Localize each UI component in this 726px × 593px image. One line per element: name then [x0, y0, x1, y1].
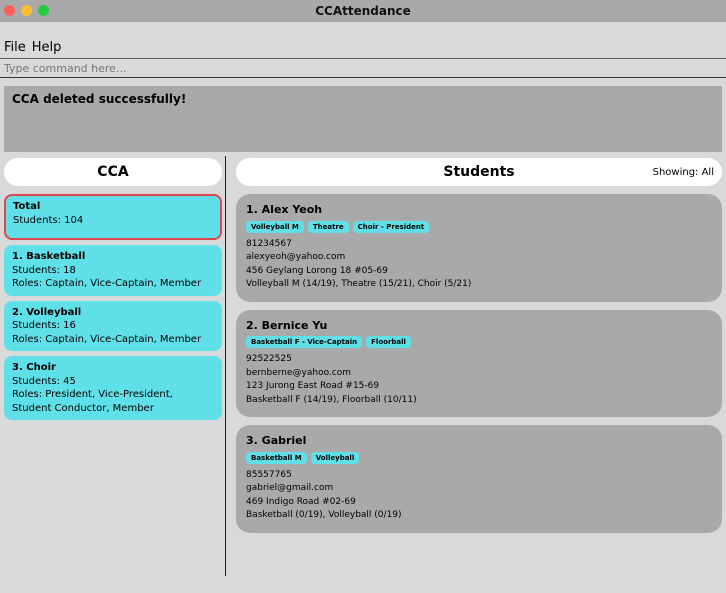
cca-card-choir[interactable]: 3. Choir Students: 45 Roles: President, … — [4, 356, 222, 420]
title-bar: CCAttendance — [0, 0, 726, 22]
student-tag: Basketball F - Vice-Captain — [246, 336, 363, 348]
cca-students: Students: 18 — [12, 264, 76, 276]
result-display: CCA deleted successfully! — [4, 86, 722, 152]
student-email: bernberne@yahoo.com — [246, 367, 352, 378]
maximize-window-button[interactable] — [38, 5, 49, 16]
cca-panel: CCA Total Students: 104 1. Basketball St… — [4, 158, 222, 578]
cca-roles: Roles: President, Vice-President, Studen… — [12, 389, 173, 414]
student-phone: 81234567 — [246, 238, 292, 249]
student-tag: Basketball M — [246, 451, 307, 464]
cca-panel-title: CCA — [97, 164, 129, 180]
student-phone: 92522525 — [246, 354, 292, 364]
student-tags: Volleyball M Theatre Choir - President — [246, 220, 712, 233]
student-tags: Basketball M Volleyball — [246, 451, 712, 464]
cca-students: Students: 16 — [12, 320, 76, 331]
students-panel-title: Students — [443, 164, 515, 180]
cca-total-label: Total — [13, 201, 41, 212]
student-tag: Theatre — [307, 220, 349, 233]
cca-card-basketball[interactable]: 1. Basketball Students: 18 Roles: Captai… — [4, 245, 222, 296]
cca-name: 3. Choir — [12, 362, 56, 373]
close-window-button[interactable] — [4, 5, 15, 16]
student-list: 1. Alex Yeoh Volleyball M Theatre Choir … — [236, 194, 722, 533]
cca-students: Students: 45 — [12, 375, 76, 387]
student-attendance: Volleyball M (14/19), Theatre (15/21), C… — [246, 279, 472, 289]
student-tag: Volleyball — [310, 451, 360, 464]
menu-help[interactable]: Help — [30, 40, 66, 55]
student-attendance: Basketball F (14/19), Floorball (10/11) — [246, 394, 417, 405]
student-tags: Basketball F - Vice-Captain Floorball — [246, 336, 712, 348]
window-title: CCAttendance — [315, 4, 411, 18]
students-panel: Students Showing: All 1. Alex Yeoh Volle… — [236, 158, 722, 578]
student-card[interactable]: 3. Gabriel Basketball M Volleyball 85557… — [236, 425, 722, 533]
cca-card-total[interactable]: Total Students: 104 — [4, 194, 222, 240]
student-address: 456 Geylang Lorong 18 #05-69 — [246, 265, 388, 276]
cca-name: 1. Basketball — [12, 251, 86, 262]
status-bar — [0, 578, 726, 593]
cca-card-volleyball[interactable]: 2. Volleyball Students: 16 Roles: Captai… — [4, 300, 222, 351]
student-card[interactable]: 2. Bernice Yu Basketball F - Vice-Captai… — [236, 309, 722, 417]
minimize-window-button[interactable] — [21, 5, 32, 16]
student-tag: Volleyball M — [246, 220, 304, 233]
cca-roles: Roles: Captain, Vice-Captain, Member — [12, 333, 202, 345]
students-panel-header: Students Showing: All — [236, 158, 722, 186]
cca-list: Total Students: 104 1. Basketball Studen… — [4, 194, 222, 420]
student-tag: Choir - President — [352, 220, 430, 233]
student-address: 469 Indigo Road #02-69 — [246, 496, 356, 507]
student-attendance: Basketball (0/19), Volleyball (0/19) — [246, 510, 402, 520]
student-email: alexyeoh@yahoo.com — [246, 252, 346, 262]
menu-file[interactable]: File — [0, 40, 30, 55]
student-phone: 85557765 — [246, 469, 292, 480]
student-name: 3. Gabriel — [246, 434, 307, 447]
showing-filter-label: Showing: All — [652, 166, 714, 178]
student-name: 2. Bernice Yu — [246, 318, 328, 332]
student-name: 1. Alex Yeoh — [246, 203, 323, 216]
student-address: 123 Jurong East Road #15-69 — [246, 381, 380, 391]
menu-bar: File Help — [0, 36, 726, 59]
pane-divider[interactable] — [225, 156, 226, 576]
cca-name: 2. Volleyball — [12, 306, 82, 318]
student-tag: Floorball — [366, 336, 411, 348]
command-input[interactable]: Type command here... — [0, 60, 726, 78]
cca-roles: Roles: Captain, Vice-Captain, Member — [12, 278, 202, 289]
cca-total-students: Students: 104 — [13, 214, 84, 226]
cca-panel-header: CCA — [4, 158, 222, 186]
student-card[interactable]: 1. Alex Yeoh Volleyball M Theatre Choir … — [236, 194, 722, 302]
result-message: CCA deleted successfully! — [12, 92, 187, 106]
window-controls — [4, 5, 49, 16]
student-email: gabriel@gmail.com — [246, 483, 334, 493]
